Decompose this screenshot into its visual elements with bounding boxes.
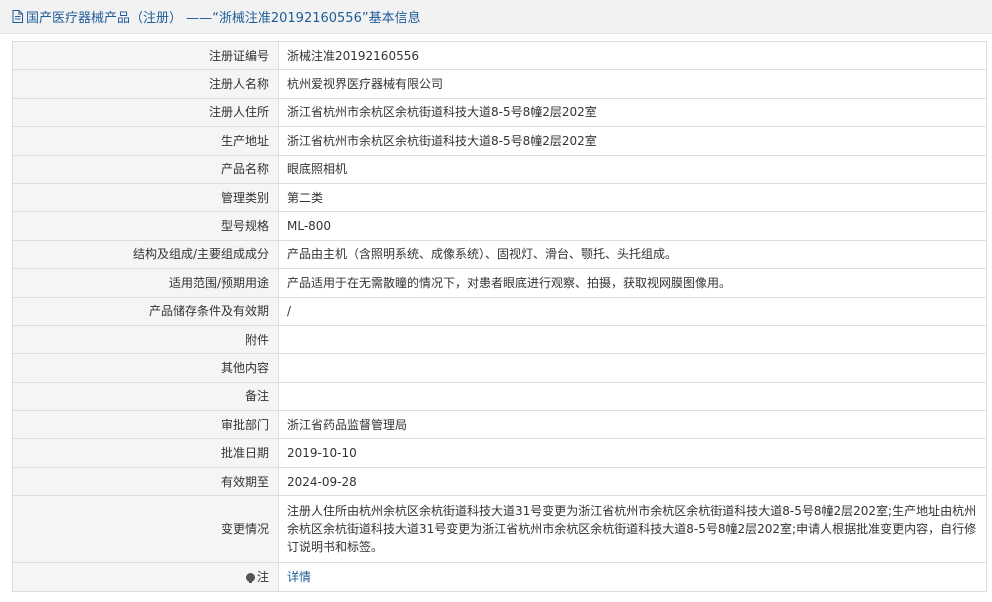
table-row: 管理类别 第二类: [12, 182, 987, 213]
row-label-registrant-address: 注册人住所: [12, 97, 279, 128]
row-label-note: 注: [12, 562, 279, 592]
row-value-production-address: 浙江省杭州市余杭区余杭街道科技大道8-5号8幢2层202室: [278, 126, 987, 156]
row-label-structure: 结构及组成/主要组成成分: [12, 239, 279, 270]
row-value-registrant-address: 浙江省杭州市余杭区余杭街道科技大道8-5号8幢2层202室: [278, 97, 987, 128]
table-row: 适用范围/预期用途 产品适用于在无需散瞳的情况下，对患者眼底进行观察、拍摄，获取…: [12, 268, 987, 298]
row-label-registrant-name: 注册人名称: [12, 69, 279, 99]
row-label-attachments: 附件: [12, 324, 279, 355]
table-row: 附件: [12, 324, 987, 355]
row-label-remarks: 备注: [12, 381, 279, 412]
row-value-approval-department: 浙江省药品监督管理局: [278, 410, 987, 440]
row-label-valid-until: 有效期至: [12, 466, 279, 497]
row-value-change-history: 注册人住所由杭州余杭区余杭街道科技大道31号变更为浙江省杭州市余杭区余杭街道科技…: [278, 495, 987, 564]
row-label-product-name: 产品名称: [12, 154, 279, 184]
row-value-storage: /: [278, 296, 987, 326]
lightbulb-icon: [245, 572, 255, 583]
table-row: 有效期至 2024-09-28: [12, 466, 987, 497]
page-title-bar: 国产医疗器械产品（注册） ——“浙械注准20192160556”基本信息: [0, 0, 992, 34]
document-icon: [12, 10, 23, 23]
row-value-valid-until: 2024-09-28: [278, 466, 987, 497]
table-row: 其他内容: [12, 353, 987, 383]
row-label-change-history: 变更情况: [12, 495, 279, 564]
row-value-product-name: 眼底照相机: [278, 154, 987, 184]
table-row: 型号规格 ML-800: [12, 211, 987, 241]
details-link[interactable]: 详情: [287, 570, 311, 584]
row-label-model-spec: 型号规格: [12, 211, 279, 241]
table-row: 产品名称 眼底照相机: [12, 154, 987, 184]
row-value-remarks: [278, 381, 987, 412]
row-value-registration-number: 浙械注准20192160556: [278, 40, 987, 71]
table-row: 备注: [12, 381, 987, 412]
table-row: 产品储存条件及有效期 /: [12, 296, 987, 326]
table-row: 批准日期 2019-10-10: [12, 438, 987, 468]
note-label: 注: [256, 569, 269, 584]
row-label-management-class: 管理类别: [12, 182, 279, 213]
row-value-model-spec: ML-800: [278, 211, 987, 241]
row-value-structure: 产品由主机（含照明系统、成像系统）、固视灯、滑台、颚托、头托组成。: [278, 239, 987, 270]
row-value-approval-date: 2019-10-10: [278, 438, 987, 468]
table-row: 生产地址 浙江省杭州市余杭区余杭街道科技大道8-5号8幢2层202室: [12, 126, 987, 156]
row-value-management-class: 第二类: [278, 182, 987, 213]
table-row: 注册人名称 杭州爱视界医疗器械有限公司: [12, 69, 987, 99]
row-label-intended-use: 适用范围/预期用途: [12, 268, 279, 298]
row-label-other-content: 其他内容: [12, 353, 279, 383]
row-label-approval-department: 审批部门: [12, 410, 279, 440]
row-value-registrant-name: 杭州爱视界医疗器械有限公司: [278, 69, 987, 99]
row-value-other-content: [278, 353, 987, 383]
row-label-storage: 产品储存条件及有效期: [12, 296, 279, 326]
table-row: 审批部门 浙江省药品监督管理局: [12, 410, 987, 440]
table-row: 注 详情: [12, 562, 987, 592]
table-row: 注册人住所 浙江省杭州市余杭区余杭街道科技大道8-5号8幢2层202室: [12, 97, 987, 128]
row-label-registration-number: 注册证编号: [12, 40, 279, 71]
row-value-intended-use: 产品适用于在无需散瞳的情况下，对患者眼底进行观察、拍摄，获取视网膜图像用。: [278, 268, 987, 298]
table-row: 变更情况 注册人住所由杭州余杭区余杭街道科技大道31号变更为浙江省杭州市余杭区余…: [12, 495, 987, 564]
page-title: 国产医疗器械产品（注册） ——“浙械注准20192160556”基本信息: [26, 11, 421, 26]
row-value-attachments: [278, 324, 987, 355]
basic-info-table: 注册证编号 浙械注准20192160556 注册人名称 杭州爱视界医疗器械有限公…: [12, 40, 987, 592]
row-value-note: 详情: [278, 562, 987, 592]
row-label-approval-date: 批准日期: [12, 438, 279, 468]
row-label-production-address: 生产地址: [12, 126, 279, 156]
table-row: 注册证编号 浙械注准20192160556: [12, 40, 987, 71]
table-row: 结构及组成/主要组成成分 产品由主机（含照明系统、成像系统）、固视灯、滑台、颚托…: [12, 239, 987, 270]
